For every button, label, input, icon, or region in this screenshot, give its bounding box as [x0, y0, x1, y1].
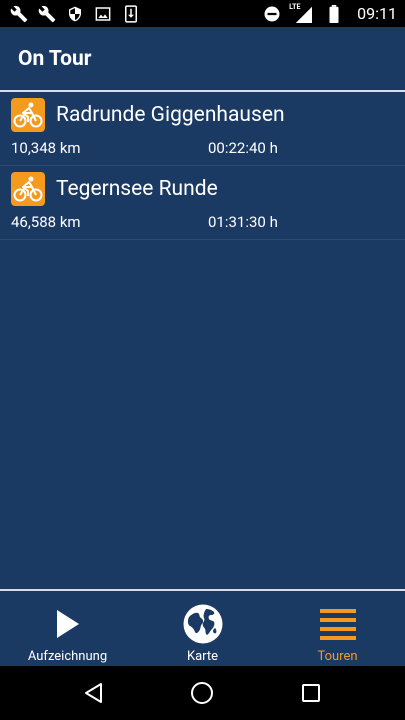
status-time: 09:11 — [357, 4, 397, 23]
recents-button[interactable] — [291, 673, 331, 713]
play-icon — [55, 603, 81, 645]
download-icon — [122, 4, 140, 23]
bottom-navigation: Aufzeichnung Karte Touren — [0, 589, 405, 666]
back-button[interactable] — [74, 673, 114, 713]
globe-icon — [182, 603, 224, 645]
wrench-icon — [38, 5, 56, 23]
app-bar: On Tour — [0, 27, 405, 91]
system-navigation-bar — [0, 666, 405, 720]
nav-label: Touren — [317, 649, 358, 664]
do-not-disturb-icon — [263, 5, 281, 23]
home-button[interactable] — [182, 673, 222, 713]
nav-karte[interactable]: Karte — [135, 591, 270, 666]
shield-icon — [66, 5, 84, 23]
list-icon — [319, 603, 356, 645]
tour-item[interactable]: Radrunde Giggenhausen 10,348 km 00:22:40… — [0, 92, 405, 166]
tour-name: Tegernsee Runde — [56, 177, 218, 201]
tour-name: Radrunde Giggenhausen — [56, 103, 285, 127]
wrench-icon — [10, 5, 28, 23]
battery-icon — [325, 4, 343, 23]
network-label: LTE — [289, 2, 301, 11]
image-icon — [94, 5, 112, 23]
status-bar: LTE 09:11 — [0, 0, 405, 27]
lte-signal-icon: LTE — [289, 2, 315, 23]
back-triangle-icon — [85, 683, 103, 703]
tour-item[interactable]: Tegernsee Runde 46,588 km 01:31:30 h — [0, 166, 405, 240]
tour-list: Radrunde Giggenhausen 10,348 km 00:22:40… — [0, 92, 405, 240]
tour-duration: 01:31:30 h — [208, 213, 278, 231]
recents-square-icon — [301, 684, 320, 702]
tour-distance: 46,588 km — [11, 213, 81, 231]
nav-touren[interactable]: Touren — [270, 591, 405, 666]
home-circle-icon — [191, 682, 214, 704]
bicycle-icon — [11, 98, 45, 132]
nav-label: Karte — [186, 649, 219, 664]
nav-label: Aufzeichnung — [27, 649, 108, 664]
tour-distance: 10,348 km — [11, 139, 81, 157]
page-title: On Tour — [18, 47, 92, 71]
tour-duration: 00:22:40 h — [208, 139, 278, 157]
nav-aufzeichnung[interactable]: Aufzeichnung — [0, 591, 135, 666]
bicycle-icon — [11, 172, 45, 206]
